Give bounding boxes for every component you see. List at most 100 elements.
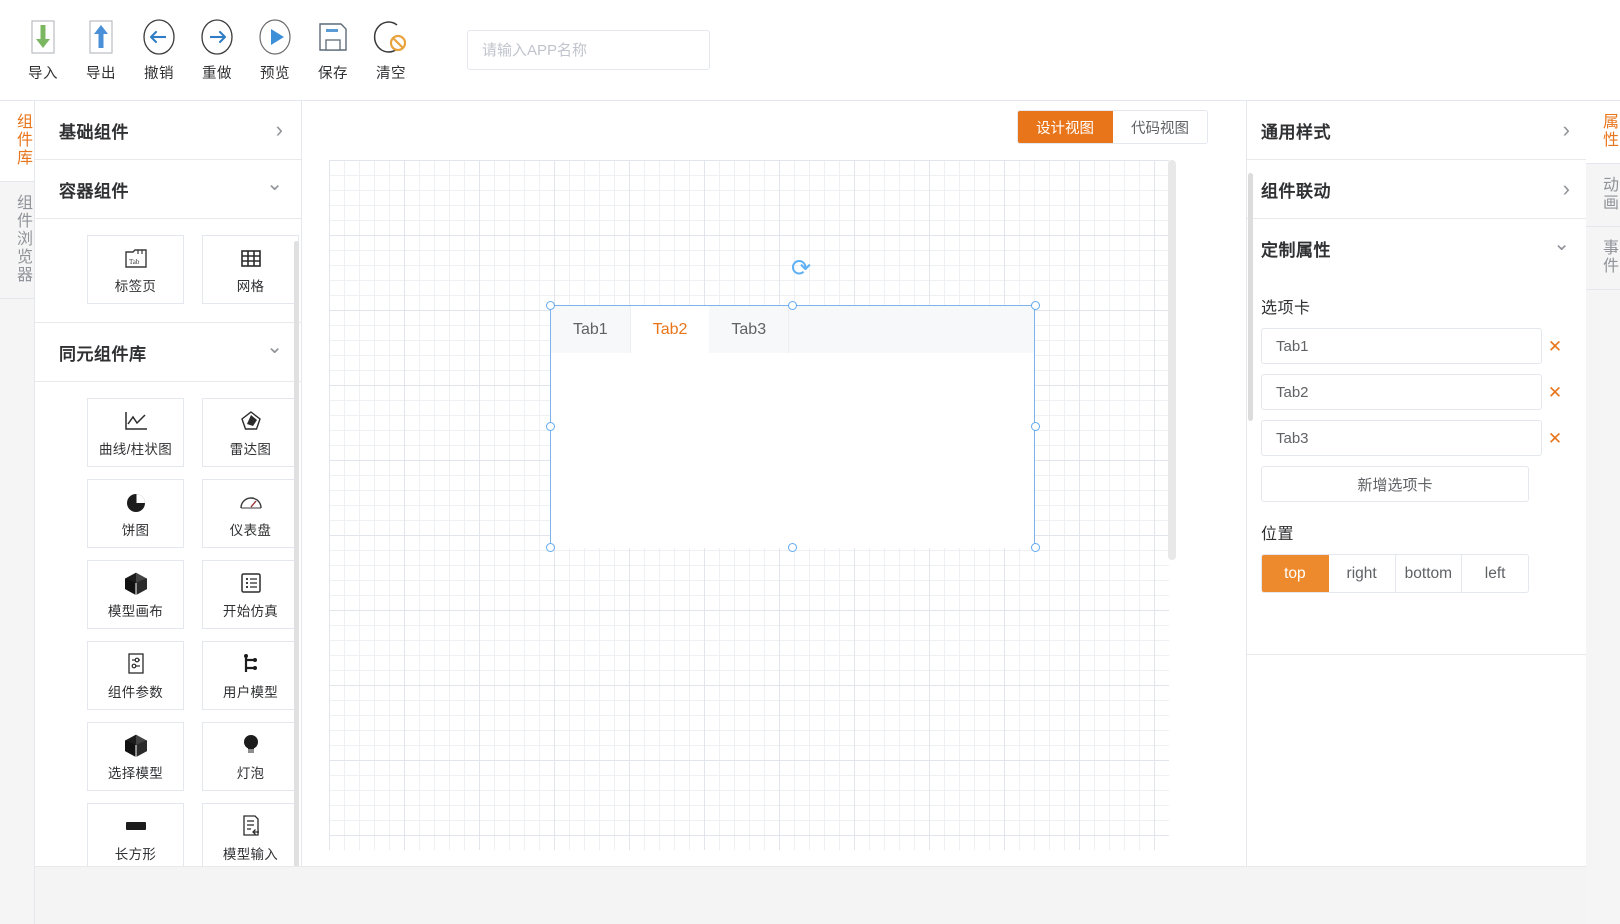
resize-handle-top-right[interactable] bbox=[1031, 301, 1040, 310]
chevron-right-icon bbox=[1563, 178, 1570, 200]
right-tab-events[interactable]: 事件 bbox=[1586, 227, 1620, 290]
library-item-model-canvas[interactable]: 模型画布 bbox=[87, 560, 184, 629]
canvas-vertical-scrollbar[interactable] bbox=[1168, 160, 1176, 850]
right-tab-animation[interactable]: 动画 bbox=[1586, 164, 1620, 227]
library-group-tongyuan-title: 同元组件库 bbox=[59, 344, 147, 364]
canvas-vscroll-thumb[interactable] bbox=[1168, 160, 1176, 560]
library-item-radar-chart[interactable]: 雷达图 bbox=[202, 398, 299, 467]
tab-option-input-3[interactable] bbox=[1261, 420, 1542, 456]
position-section-label: 位置 bbox=[1261, 526, 1295, 543]
position-option-top[interactable]: top bbox=[1262, 555, 1329, 592]
property-group-general-style-title: 通用样式 bbox=[1261, 122, 1331, 142]
library-item-component-params[interactable]: 组件参数 bbox=[87, 641, 184, 710]
library-item-gauge-label: 仪表盘 bbox=[229, 523, 272, 538]
canvas-section: 设计视图 代码视图 ⟳ Tab1 Tab2 Tab3 bbox=[302, 101, 1246, 924]
sliders-document-icon bbox=[124, 650, 148, 678]
tab-design-view[interactable]: 设计视图 bbox=[1018, 111, 1113, 143]
property-group-component-linkage[interactable]: 组件联动 bbox=[1247, 160, 1586, 219]
property-group-general-style[interactable]: 通用样式 bbox=[1247, 101, 1586, 160]
tab-option-input-1[interactable] bbox=[1261, 328, 1542, 364]
library-item-rectangle[interactable]: 长方形 bbox=[87, 803, 184, 872]
resize-handle-bottom-center[interactable] bbox=[788, 543, 797, 552]
export-button[interactable]: 导出 bbox=[72, 17, 130, 83]
library-item-line-bar-chart-label: 曲线/柱状图 bbox=[98, 442, 173, 457]
position-option-right[interactable]: right bbox=[1328, 555, 1396, 592]
radar-chart-icon bbox=[239, 407, 263, 435]
resize-handle-top-center[interactable] bbox=[788, 301, 797, 310]
undo-label: 撤销 bbox=[144, 66, 174, 82]
library-item-tab-page[interactable]: Tab 标签页 bbox=[87, 235, 184, 304]
library-group-basic-title: 基础组件 bbox=[59, 122, 129, 142]
library-item-model-input[interactable]: 模型输入 bbox=[202, 803, 299, 872]
library-group-tongyuan-items: 曲线/柱状图 雷达图 饼图 仪表盘 模型画布 开始仿真 组件参数 用户模型 选择… bbox=[35, 382, 301, 924]
save-button[interactable]: 保存 bbox=[304, 17, 362, 83]
resize-handle-bottom-left[interactable] bbox=[546, 543, 555, 552]
cube-solid-icon bbox=[123, 731, 149, 759]
resize-handle-bottom-right[interactable] bbox=[1031, 543, 1040, 552]
app-name-input[interactable] bbox=[467, 30, 710, 70]
widget-tab-1[interactable]: Tab1 bbox=[551, 306, 631, 353]
export-label: 导出 bbox=[86, 66, 116, 82]
library-item-user-model[interactable]: 用户模型 bbox=[202, 641, 299, 710]
resize-handle-top-left[interactable] bbox=[546, 301, 555, 310]
library-group-container[interactable]: 容器组件 bbox=[35, 160, 301, 219]
resize-handle-middle-left[interactable] bbox=[546, 422, 555, 431]
close-x-icon[interactable]: ✕ bbox=[1542, 338, 1568, 355]
tab-code-view-label: 代码视图 bbox=[1131, 120, 1189, 137]
properties-scrollbar[interactable] bbox=[1248, 173, 1253, 421]
resize-handle-middle-right[interactable] bbox=[1031, 422, 1040, 431]
property-group-component-linkage-title: 组件联动 bbox=[1261, 181, 1331, 201]
tab-option-input-2[interactable] bbox=[1261, 374, 1542, 410]
library-group-basic[interactable]: 基础组件 bbox=[35, 101, 301, 160]
library-item-user-model-label: 用户模型 bbox=[222, 685, 279, 700]
position-option-right-label: right bbox=[1346, 564, 1377, 582]
redo-button[interactable]: 重做 bbox=[188, 17, 246, 83]
library-item-grid[interactable]: 网格 bbox=[202, 235, 299, 304]
rotate-handle-icon[interactable]: ⟳ bbox=[791, 257, 811, 281]
import-down-arrow-icon bbox=[23, 17, 63, 57]
undo-left-arrow-icon bbox=[139, 17, 179, 57]
close-x-icon[interactable]: ✕ bbox=[1542, 430, 1568, 447]
position-option-left[interactable]: left bbox=[1462, 555, 1528, 592]
library-item-pie-chart[interactable]: 饼图 bbox=[87, 479, 184, 548]
library-item-rectangle-label: 长方形 bbox=[114, 847, 157, 862]
widget-tabs-bar: Tab1 Tab2 Tab3 bbox=[551, 306, 1034, 353]
position-option-bottom[interactable]: bottom bbox=[1395, 555, 1463, 592]
top-toolbar: 导入 导出 撤销 重做 预览 保存 清空 请输入APP名称 bbox=[0, 0, 1620, 101]
right-tab-properties[interactable]: 属性 bbox=[1586, 101, 1620, 164]
left-tab-component-library-label: 组件库 bbox=[14, 113, 31, 167]
library-item-select-model[interactable]: 选择模型 bbox=[87, 722, 184, 791]
tab-option-row-1: ✕ bbox=[1261, 328, 1568, 364]
left-tab-component-browser[interactable]: 组件浏览器 bbox=[0, 182, 34, 299]
library-item-lightbulb[interactable]: 灯泡 bbox=[202, 722, 299, 791]
widget-tab-2[interactable]: Tab2 bbox=[630, 306, 710, 353]
library-item-start-simulation[interactable]: 开始仿真 bbox=[202, 560, 299, 629]
library-item-line-bar-chart[interactable]: 曲线/柱状图 bbox=[87, 398, 184, 467]
left-tab-component-library[interactable]: 组件库 bbox=[0, 101, 34, 182]
clear-label: 清空 bbox=[376, 66, 406, 82]
widget-tab-3[interactable]: Tab3 bbox=[709, 306, 790, 353]
import-label: 导入 bbox=[28, 66, 58, 82]
import-button[interactable]: 导入 bbox=[14, 17, 72, 83]
property-group-custom-properties[interactable]: 定制属性 bbox=[1247, 219, 1586, 278]
clear-button[interactable]: 清空 bbox=[362, 17, 420, 83]
tabs-section-label: 选项卡 bbox=[1261, 300, 1311, 317]
tab-container-widget[interactable]: Tab1 Tab2 Tab3 bbox=[550, 305, 1035, 548]
add-tab-button[interactable]: 新增选项卡 bbox=[1261, 466, 1529, 502]
tab-code-view[interactable]: 代码视图 bbox=[1113, 111, 1207, 143]
position-option-top-label: top bbox=[1284, 564, 1306, 582]
library-group-tongyuan[interactable]: 同元组件库 bbox=[35, 323, 301, 382]
design-canvas[interactable]: ⟳ Tab1 Tab2 Tab3 bbox=[329, 160, 1169, 850]
library-item-gauge[interactable]: 仪表盘 bbox=[202, 479, 299, 548]
library-item-model-canvas-label: 模型画布 bbox=[107, 604, 164, 619]
left-tab-strip: 组件库 组件浏览器 bbox=[0, 101, 35, 924]
preview-button[interactable]: 预览 bbox=[246, 17, 304, 83]
chevron-right-icon bbox=[1563, 119, 1570, 141]
list-panel-icon bbox=[239, 569, 263, 597]
cube-solid-icon bbox=[123, 569, 149, 597]
position-option-left-label: left bbox=[1484, 564, 1506, 582]
library-scrollbar[interactable] bbox=[294, 241, 299, 924]
undo-button[interactable]: 撤销 bbox=[130, 17, 188, 83]
close-x-icon[interactable]: ✕ bbox=[1542, 384, 1568, 401]
chevron-down-icon bbox=[266, 342, 283, 362]
